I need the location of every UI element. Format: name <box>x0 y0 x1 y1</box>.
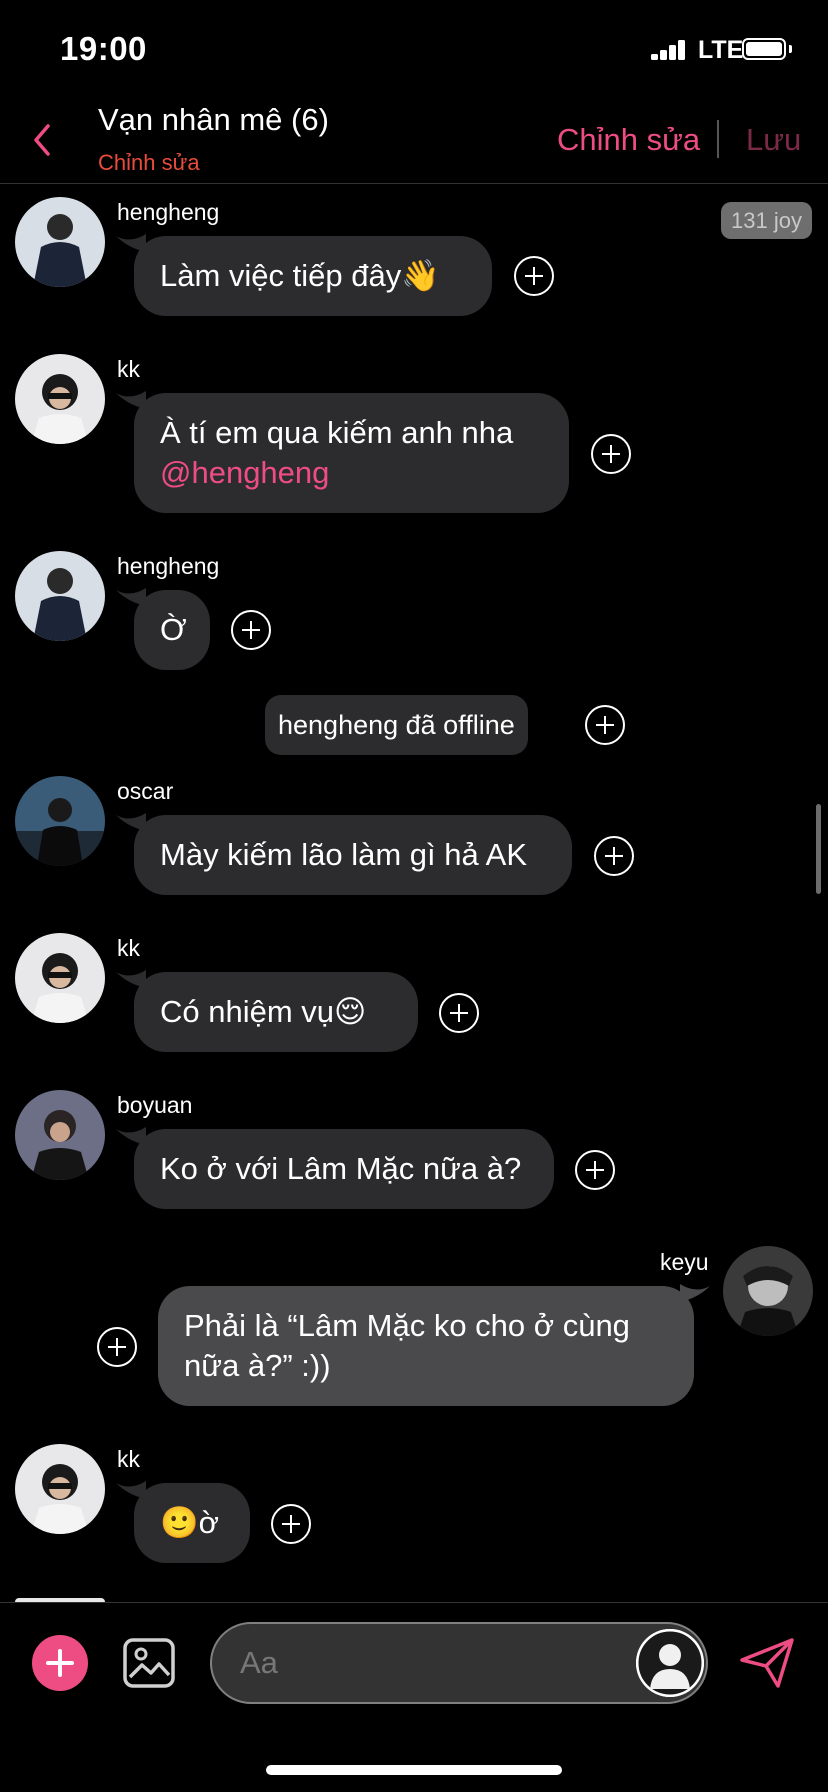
avatar-keyu[interactable] <box>723 1246 813 1336</box>
chat-subtitle[interactable]: Chỉnh sửa <box>98 150 200 176</box>
avatar-image <box>15 933 105 1023</box>
sender-name: hengheng <box>117 199 220 225</box>
battery-icon <box>742 38 786 60</box>
mention-link[interactable]: @hengheng <box>160 453 543 493</box>
image-button[interactable] <box>122 1637 176 1689</box>
status-time: 19:00 <box>60 30 147 67</box>
message-bubble[interactable]: Ko ở với Lâm Mặc nữa à? <box>134 1129 554 1209</box>
avatar-hengheng[interactable] <box>15 551 105 641</box>
avatar-image <box>15 354 105 444</box>
system-message: hengheng đã offline <box>265 695 528 755</box>
sender-name: boyuan <box>117 1092 193 1118</box>
joy-badge: 131 joy <box>721 202 812 239</box>
signal-icon <box>651 40 693 60</box>
sender-name: kk <box>117 1446 140 1472</box>
sender-name: kk <box>117 356 140 382</box>
message-input[interactable] <box>210 1622 708 1704</box>
scrollbar[interactable] <box>816 804 821 894</box>
send-button[interactable] <box>738 1636 796 1690</box>
sender-name: hengheng <box>117 553 220 579</box>
avatar-hengheng[interactable] <box>15 197 105 287</box>
avatar-boyuan[interactable] <box>15 1090 105 1180</box>
avatar-image <box>15 1444 105 1534</box>
edit-button[interactable]: Chỉnh sửa <box>557 122 700 158</box>
user-silhouette-icon <box>636 1629 704 1697</box>
message-bubble[interactable]: À tí em qua kiếm anh nha @hengheng <box>134 393 569 513</box>
add-reaction-button[interactable] <box>97 1327 137 1367</box>
sender-name: oscar <box>117 778 174 804</box>
add-reaction-button[interactable] <box>594 836 634 876</box>
add-reaction-button[interactable] <box>231 610 271 650</box>
home-indicator <box>266 1765 562 1775</box>
message-text: Phải là “Lâm Mặc ko cho ở cùng <box>184 1308 630 1343</box>
header-divider <box>717 120 719 158</box>
add-reaction-button[interactable] <box>271 1504 311 1544</box>
message-bubble[interactable]: Làm việc tiếp đây👋 <box>134 236 492 316</box>
message-bubble[interactable]: Có nhiệm vụ😌 <box>134 972 418 1052</box>
sender-name: keyu <box>660 1249 709 1275</box>
image-icon <box>123 1638 175 1688</box>
add-reaction-button[interactable] <box>439 993 479 1033</box>
save-button[interactable]: Lưu <box>746 122 801 158</box>
message-bubble[interactable]: 🙂ờ <box>134 1483 250 1563</box>
chat-title: Vạn nhân mê (6) <box>98 102 329 137</box>
avatar-kk[interactable] <box>15 354 105 444</box>
sender-name: kk <box>117 935 140 961</box>
add-attachment-button[interactable] <box>32 1635 88 1691</box>
avatar-oscar[interactable] <box>15 776 105 866</box>
back-button[interactable] <box>24 118 64 162</box>
composer-separator <box>0 1602 828 1603</box>
message-text: À tí em qua kiếm anh nha <box>160 415 514 450</box>
network-label: LTE <box>698 36 744 64</box>
send-icon <box>740 1638 794 1688</box>
avatar-image <box>15 197 105 287</box>
message-bubble[interactable]: Ờ <box>134 590 210 670</box>
message-bubble[interactable]: Mày kiếm lão làm gì hả AK <box>134 815 572 895</box>
message-bubble[interactable]: Phải là “Lâm Mặc ko cho ở cùng nữa à?” :… <box>158 1286 694 1406</box>
add-reaction-button[interactable] <box>514 256 554 296</box>
persona-avatar-button[interactable] <box>636 1629 704 1697</box>
avatar-image <box>15 1090 105 1180</box>
avatar-image <box>723 1246 813 1336</box>
battery-tip <box>789 45 792 53</box>
add-reaction-button[interactable] <box>585 705 625 745</box>
message-text: nữa à?” :)) <box>184 1348 331 1383</box>
add-reaction-button[interactable] <box>591 434 631 474</box>
header-separator <box>0 183 828 184</box>
avatar-image <box>15 551 105 641</box>
avatar-kk[interactable] <box>15 933 105 1023</box>
avatar-image <box>15 776 105 866</box>
avatar-kk[interactable] <box>15 1444 105 1534</box>
add-reaction-button[interactable] <box>575 1150 615 1190</box>
chevron-left-icon <box>34 124 50 156</box>
